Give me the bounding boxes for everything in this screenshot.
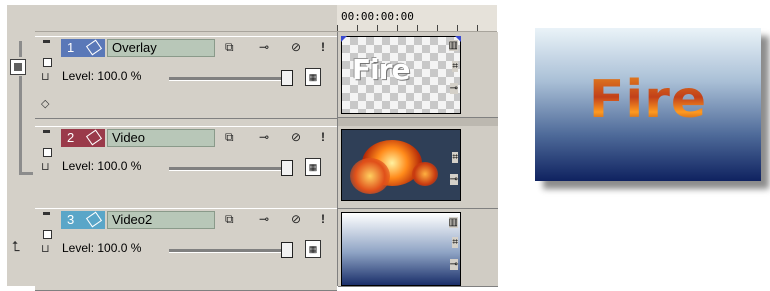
track-2[interactable]: ⊔ 2 Video ⧉ ⊸ ⊘ ! Level: 100.0 % ▦ <box>35 126 337 209</box>
track-expand-button[interactable] <box>43 148 52 157</box>
thumbnail-text: Fire <box>352 53 411 86</box>
level-slider[interactable] <box>169 167 287 171</box>
composite-fx-button[interactable]: ▦ <box>305 68 321 86</box>
level-slider[interactable] <box>169 249 287 253</box>
ruler-ticks <box>337 25 497 31</box>
lane-icon: ⊔ <box>41 243 50 255</box>
compositing-bracket <box>19 76 22 174</box>
track-tag-icon <box>85 39 103 56</box>
timecode: 00:00:00:00 <box>341 10 414 23</box>
event-thumbnail <box>342 130 460 200</box>
lane-icon: ⊔ <box>41 71 50 83</box>
automation-icon[interactable]: ⊸ <box>259 40 269 54</box>
keyframe-icon[interactable]: ◇ <box>41 97 49 110</box>
event-pan-crop-icon[interactable]: ⌗ <box>452 61 458 72</box>
compositing-mode-button[interactable] <box>10 59 26 75</box>
mute-icon[interactable]: ⊘ <box>291 40 301 54</box>
track-editor: 00:00:00:00 ⮤ ⊔ ◇ 1 Overlay ⧉ ⊸ ⊘ ! Leve… <box>7 5 498 291</box>
track-name-field[interactable]: Overlay <box>107 39 215 57</box>
track-number-badge[interactable]: 1 <box>61 39 105 57</box>
track-3[interactable]: ⊔ 3 Video2 ⧉ ⊸ ⊘ ! Level: 100.0 % ▦ <box>35 208 337 291</box>
minimize-track-button[interactable] <box>43 212 50 215</box>
preview-fire-text: Fire <box>535 70 761 130</box>
timeline-row-3[interactable]: ▥ ⌗ ⊸ <box>338 209 498 287</box>
track-tag-icon <box>85 129 103 146</box>
timeline-row-2[interactable]: ⌗ ⊸ <box>338 126 498 209</box>
automation-icon[interactable]: ⊸ <box>259 130 269 144</box>
minimize-track-button[interactable] <box>43 130 50 133</box>
track-fx-icon[interactable]: ⧉ <box>225 130 234 145</box>
track-name-field[interactable]: Video <box>107 129 215 147</box>
track-fx-icon[interactable]: ⧉ <box>225 212 234 227</box>
composite-fx-button[interactable]: ▦ <box>305 240 321 258</box>
timeline-area[interactable]: Fire ▥ ⌗ ⊸ ⌗ ⊸ ▥ ⌗ ⊸ <box>337 32 498 287</box>
track-gutter: ⮤ <box>7 31 35 286</box>
level-slider-thumb[interactable] <box>281 242 293 258</box>
event-fade-icon[interactable]: ⊸ <box>449 259 458 270</box>
composite-preview: Fire <box>535 28 761 181</box>
compositing-bracket-top <box>19 41 22 57</box>
solo-icon[interactable]: ! <box>321 212 325 226</box>
fade-in-handle[interactable] <box>341 36 347 42</box>
event-video2[interactable]: ▥ ⌗ ⊸ <box>341 212 461 286</box>
fade-out-handle[interactable] <box>455 36 461 42</box>
track-name-field[interactable]: Video2 <box>107 211 215 229</box>
level-slider-thumb[interactable] <box>281 70 293 86</box>
track-number: 3 <box>67 212 75 227</box>
event-pan-crop-icon[interactable]: ⌗ <box>452 237 458 248</box>
event-fade-icon[interactable]: ⊸ <box>449 174 458 185</box>
solo-icon[interactable]: ! <box>321 130 325 144</box>
timeline-row-1[interactable]: Fire ▥ ⌗ ⊸ <box>338 32 498 118</box>
event-thumbnail: Fire <box>342 37 460 113</box>
event-thumbnail <box>342 213 460 285</box>
level-label: Level: 100.0 % <box>62 241 142 255</box>
minimize-track-button[interactable] <box>43 40 50 43</box>
make-compositing-child-icon[interactable]: ⮤ <box>12 238 20 255</box>
timeline-ruler[interactable]: 00:00:00:00 <box>337 5 497 32</box>
track-number-badge[interactable]: 3 <box>61 211 105 229</box>
track-number: 1 <box>67 40 75 55</box>
track-number: 2 <box>67 130 75 145</box>
event-fade-icon[interactable]: ⊸ <box>449 83 458 94</box>
track-1[interactable]: ⊔ ◇ 1 Overlay ⧉ ⊸ ⊘ ! Level: 100.0 % ▦ <box>35 36 337 119</box>
lane-icon: ⊔ <box>41 161 50 173</box>
event-overlay[interactable]: Fire ▥ ⌗ ⊸ <box>341 36 461 114</box>
level-slider-thumb[interactable] <box>281 160 293 176</box>
track-tag-icon <box>85 211 103 228</box>
solo-icon[interactable]: ! <box>321 40 325 54</box>
automation-icon[interactable]: ⊸ <box>259 212 269 226</box>
track-expand-button[interactable] <box>43 230 52 239</box>
track-list-header <box>7 5 337 32</box>
event-pan-crop-icon[interactable]: ⌗ <box>452 152 458 163</box>
level-label: Level: 100.0 % <box>62 159 142 173</box>
compositing-bracket-end <box>19 172 33 175</box>
track-expand-button[interactable] <box>43 58 52 67</box>
event-fx-icon[interactable]: ▥ <box>448 217 458 228</box>
event-video[interactable]: ⌗ ⊸ <box>341 129 461 201</box>
mute-icon[interactable]: ⊘ <box>291 212 301 226</box>
composite-fx-button[interactable]: ▦ <box>305 158 321 176</box>
level-label: Level: 100.0 % <box>62 69 142 83</box>
track-number-badge[interactable]: 2 <box>61 129 105 147</box>
level-slider[interactable] <box>169 77 287 81</box>
track-fx-icon[interactable]: ⧉ <box>225 40 234 55</box>
mute-icon[interactable]: ⊘ <box>291 130 301 144</box>
